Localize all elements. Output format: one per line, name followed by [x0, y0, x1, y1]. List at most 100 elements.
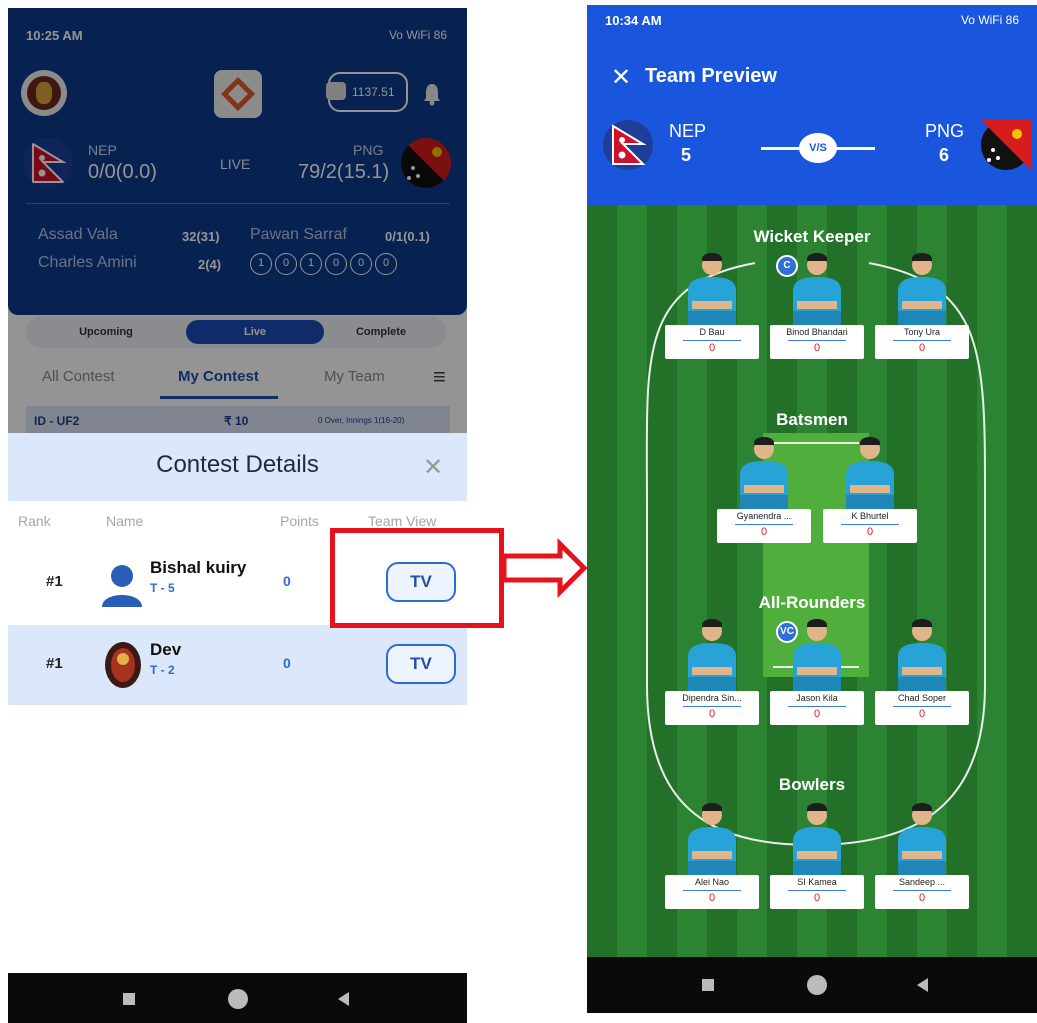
player-jersey-icon[interactable] — [892, 617, 952, 693]
player-card[interactable]: K Bhurtel 0 — [823, 509, 917, 543]
preview-header: ✕ Team Preview NEP 5 V/S PNG 6 — [587, 35, 1037, 205]
player-card[interactable]: Dipendra Sin... 0 — [665, 691, 759, 725]
col-points: Points — [280, 513, 319, 529]
player-underline — [683, 340, 741, 341]
player-name: Alei Nao — [694, 877, 730, 887]
player-points: 0 — [813, 892, 821, 904]
player-points: 0 — [708, 342, 716, 354]
player-name: Sandeep ... — [898, 877, 946, 887]
section-label: Wicket Keeper — [753, 227, 871, 246]
nepal-flag-icon — [603, 120, 653, 170]
player-points: 0 — [813, 708, 821, 720]
player-name: Tony Ura — [903, 327, 940, 337]
col-rank: Rank — [18, 513, 51, 529]
recents-icon[interactable] — [123, 993, 135, 1005]
player-card[interactable]: Jason Kila 0 — [770, 691, 864, 725]
cricket-field: Wicket Keeper D Bau 0 Binod Bhandari 0 C Tony … — [587, 205, 1037, 957]
player-underline — [893, 890, 951, 891]
player-points: 0 — [918, 342, 926, 354]
page-title: Team Preview — [645, 65, 777, 87]
player-underline — [683, 706, 741, 707]
player-jersey-icon[interactable] — [787, 801, 847, 877]
player-jersey-icon[interactable] — [840, 435, 900, 511]
team2-code: PNG — [925, 121, 965, 141]
player-card[interactable]: Binod Bhandari 0 — [770, 325, 864, 359]
player-card[interactable]: Sandeep ... 0 — [875, 875, 969, 909]
table-row: #1 Dev T - 2 0 TV — [8, 625, 467, 705]
col-name: Name — [106, 513, 144, 529]
player-name: Chad Soper — [897, 693, 947, 703]
player-underline — [893, 706, 951, 707]
modal-overlay[interactable] — [8, 8, 467, 433]
back-icon[interactable] — [338, 992, 349, 1006]
home-icon[interactable] — [228, 989, 248, 1009]
arrow-icon — [501, 538, 588, 598]
player-points: 0 — [918, 892, 926, 904]
row-points: 0 — [283, 655, 291, 671]
player-jersey-icon[interactable] — [682, 617, 742, 693]
player-points: 0 — [866, 526, 874, 538]
player-underline — [683, 890, 741, 891]
player-underline — [788, 706, 846, 707]
player-card[interactable]: Gyanendra ... 0 — [717, 509, 811, 543]
sheet-header: Contest Details ✕ — [8, 433, 467, 501]
row-team: T - 2 — [150, 663, 175, 677]
player-name: Gyanendra ... — [736, 511, 792, 521]
team1-code: NEP — [669, 121, 707, 141]
left-phone-screen: 10:25 AM Vo WiFi 86 1137.51 NEP 0/0(0.0)… — [8, 8, 467, 1023]
close-icon[interactable]: ✕ — [423, 453, 443, 482]
player-points: 0 — [708, 708, 716, 720]
section-label: All-Rounders — [758, 593, 866, 612]
player-jersey-icon[interactable] — [734, 435, 794, 511]
status-bar: 10:34 AM Vo WiFi 86 — [587, 5, 1037, 35]
player-card[interactable]: Alei Nao 0 — [665, 875, 759, 909]
player-name: SI Kamea — [797, 877, 837, 887]
row-team: T - 5 — [150, 581, 175, 595]
col-team-view: Team View — [368, 513, 437, 529]
player-underline — [893, 340, 951, 341]
user-avatar-icon — [102, 565, 142, 607]
section-label: Bowlers — [778, 775, 846, 794]
section-label: Batsmen — [776, 410, 848, 429]
player-card[interactable]: Chad Soper 0 — [875, 691, 969, 725]
player-underline — [735, 524, 793, 525]
team2-count: 6 — [939, 145, 950, 165]
player-card[interactable]: SI Kamea 0 — [770, 875, 864, 909]
row-rank: #1 — [46, 655, 63, 672]
home-icon[interactable] — [807, 975, 827, 995]
player-points: 0 — [918, 708, 926, 720]
player-name: Jason Kila — [796, 693, 838, 703]
player-underline — [841, 524, 899, 525]
player-jersey-icon[interactable] — [892, 801, 952, 877]
team-view-button[interactable]: TV — [386, 644, 456, 684]
player-underline — [788, 890, 846, 891]
sheet-title: Contest Details — [156, 451, 319, 478]
vice-captain-badge: VC — [776, 621, 798, 643]
player-jersey-icon[interactable] — [682, 251, 742, 327]
player-jersey-icon[interactable] — [682, 801, 742, 877]
player-name: D Bau — [699, 327, 725, 337]
row-user-name: Dev — [150, 640, 182, 659]
player-card[interactable]: Tony Ura 0 — [875, 325, 969, 359]
status-icons: Vo WiFi 86 — [960, 13, 1019, 27]
player-card[interactable]: D Bau 0 — [665, 325, 759, 359]
player-points: 0 — [813, 342, 821, 354]
row-rank: #1 — [46, 573, 63, 590]
close-icon[interactable]: ✕ — [611, 63, 631, 92]
row-user-name: Bishal kuiry — [150, 558, 247, 577]
player-jersey-icon[interactable] — [892, 251, 952, 327]
status-time: 10:34 AM — [605, 13, 662, 28]
player-points: 0 — [708, 892, 716, 904]
png-flag-icon — [981, 120, 1031, 170]
captain-badge: C — [776, 255, 798, 277]
player-name: Binod Bhandari — [786, 327, 848, 337]
team1-count: 5 — [681, 145, 692, 165]
back-icon[interactable] — [917, 978, 928, 992]
system-nav-bar — [8, 973, 467, 1023]
player-underline — [788, 340, 846, 341]
vs-badge: V/S — [799, 133, 837, 163]
user-avatar-icon — [105, 642, 141, 688]
player-name: K Bhurtel — [851, 511, 889, 521]
recents-icon[interactable] — [702, 979, 714, 991]
player-name: Dipendra Sin... — [682, 693, 742, 703]
